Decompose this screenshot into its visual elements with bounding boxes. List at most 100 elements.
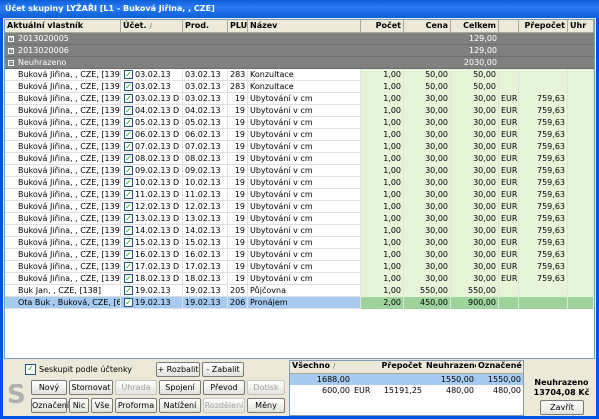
table-row[interactable]: Buková Jiřina, , CZE, [139] 08.02.13 D 08.0… (5, 153, 594, 165)
select-none-button[interactable]: Nic (69, 398, 89, 413)
load-button[interactable]: Natížení (159, 398, 201, 413)
table-row[interactable]: Buková Jiřina, , CZE, [139] 03.02.13 03.02… (5, 81, 594, 93)
cell-mena: EUR (499, 261, 519, 273)
proforma-button[interactable]: Proforma (115, 398, 157, 413)
col-prod[interactable]: Prod. (183, 20, 228, 32)
grid-rows: + 2013020005 129,00 + 2013020006 129,00 … (5, 33, 594, 309)
group-total: 2030,00 (463, 58, 497, 67)
cell-owner: Buková Jiřina, , CZE, [139] (18, 225, 121, 237)
table-row[interactable]: Buková Jiřina, , CZE, [139] 03.02.13 03.02… (5, 69, 594, 81)
row-checkbox[interactable]: ✓ (124, 298, 133, 307)
close-button[interactable]: Zavřít (540, 400, 584, 415)
reprint-button[interactable]: Dotisk (247, 380, 285, 395)
cell-uhr (568, 297, 594, 309)
col-celkem[interactable]: Celkem (451, 20, 499, 32)
group-row[interactable]: − Neuhrazeno 2030,00 (5, 57, 594, 69)
row-checkbox[interactable]: ✓ (124, 118, 133, 127)
row-checkbox[interactable]: ✓ (124, 178, 133, 187)
cell-plu: 19 (228, 93, 248, 105)
expand-icon[interactable]: + (8, 36, 14, 42)
col-cena[interactable]: Cena (404, 20, 451, 32)
payment-button[interactable]: Úhrada (115, 380, 157, 395)
cell-plu: 19 (228, 117, 248, 129)
col-uhr[interactable]: Uhr (568, 20, 594, 32)
row-checkbox[interactable]: ✓ (124, 202, 133, 211)
row-checkbox[interactable]: ✓ (124, 70, 133, 79)
row-checkbox[interactable]: ✓ (124, 82, 133, 91)
summary-row[interactable]: 600,00 EUR 15191,25 480,00 480,00 (290, 385, 523, 396)
transfer-button[interactable]: Převod (203, 380, 245, 395)
selection-button[interactable]: Označení (31, 398, 69, 413)
col-nazev[interactable]: Název (248, 20, 361, 32)
table-row[interactable]: Buková Jiřina, , CZE, [139] 13.02.13 D 13.0… (5, 213, 594, 225)
cell-mena: EUR (499, 105, 519, 117)
sum-col-prepocet: Přepočet (381, 361, 422, 370)
cell-prepocet: 759,63 (519, 237, 568, 249)
cancel-item-button[interactable]: Stornovat (69, 380, 113, 395)
cell-d: D (171, 249, 183, 261)
col-prepocet[interactable]: Přepočet (519, 20, 568, 32)
merge-button[interactable]: Spojení (159, 380, 201, 395)
group-row[interactable]: + 2013020005 129,00 (5, 33, 594, 45)
select-all-button[interactable]: Vše (91, 398, 113, 413)
sort-icon: / (333, 362, 336, 370)
row-checkbox[interactable]: ✓ (124, 226, 133, 235)
split-button[interactable]: Rozdělení (203, 398, 245, 413)
table-row[interactable]: Buková Jiřina, , CZE, [139] 05.02.13 D 05.0… (5, 117, 594, 129)
table-row[interactable]: Buková Jiřina, , CZE, [139] 11.02.13 D 11.0… (5, 189, 594, 201)
table-row[interactable]: Buková Jiřina, , CZE, [139] 09.02.13 D 09.0… (5, 165, 594, 177)
cell-prod: 15.02.13 (183, 237, 228, 249)
cell-prod: 08.02.13 (183, 153, 228, 165)
row-checkbox[interactable]: ✓ (124, 238, 133, 247)
expand-button[interactable]: + Rozbalit (156, 362, 200, 377)
table-row[interactable]: Buková Jiřina, , CZE, [139] 15.02.13 D 15.0… (5, 237, 594, 249)
row-checkbox[interactable]: ✓ (124, 286, 133, 295)
new-button[interactable]: Nový (31, 380, 67, 395)
table-row[interactable]: Buková Jiřina, , CZE, [139] 18.02.13 D 18.0… (5, 273, 594, 285)
table-row[interactable]: Buková Jiřina, , CZE, [139] 16.02.13 D 16.0… (5, 249, 594, 261)
table-row[interactable]: Buková Jiřina, , CZE, [139] 04.02.13 D 04.0… (5, 105, 594, 117)
table-row[interactable]: Buková Jiřina, , CZE, [139] 07.02.13 D 07.0… (5, 141, 594, 153)
expand-icon[interactable]: + (8, 48, 14, 54)
table-row[interactable]: Buková Jiřina, , CZE, [139] 14.02.13 D 14.0… (5, 225, 594, 237)
col-owner[interactable]: Aktuální vlastník (5, 20, 121, 32)
currencies-button[interactable]: Měny (247, 398, 285, 413)
col-pocet[interactable]: Počet (361, 20, 404, 32)
row-checkbox[interactable]: ✓ (124, 154, 133, 163)
row-checkbox[interactable]: ✓ (124, 142, 133, 151)
cell-uhr (568, 165, 594, 177)
group-by-receipt-checkbox[interactable]: ✓ Seskupit podle účtenky (25, 364, 132, 376)
collapse-button[interactable]: - Zabalit (202, 362, 244, 377)
row-checkbox[interactable]: ✓ (124, 274, 133, 283)
cell-prepocet: 759,63 (519, 201, 568, 213)
row-checkbox[interactable]: ✓ (124, 94, 133, 103)
cell-d: D (171, 273, 183, 285)
summary-row[interactable]: 1688,00 1550,00 1550,00 (290, 374, 523, 385)
account-items-grid[interactable]: Aktuální vlastník Účet. / Prod. PLU Název… (4, 19, 595, 359)
row-checkbox[interactable]: ✓ (124, 166, 133, 175)
cell-celkem: 30,00 (451, 93, 499, 105)
table-row[interactable]: Ota Buk , Buková, CZE, [62] 19.02.13 19.02… (5, 297, 594, 309)
table-row[interactable]: Buková Jiřina, , CZE, [139] 03.02.13 D 03.0… (5, 93, 594, 105)
summary-grid[interactable]: Všechno / Přepočet Neuhrazené Označené 16… (289, 360, 524, 416)
row-checkbox[interactable]: ✓ (124, 214, 133, 223)
collapse-icon[interactable]: − (8, 60, 14, 66)
col-ucet[interactable]: Účet. / (121, 20, 183, 32)
table-row[interactable]: Buková Jiřina, , CZE, [139] 17.02.13 D 17.0… (5, 261, 594, 273)
table-row[interactable]: Buk Jan, , CZE, [138] 19.02.13 19.02.13 205… (5, 285, 594, 297)
row-checkbox[interactable]: ✓ (124, 262, 133, 271)
col-plu[interactable]: PLU (228, 20, 248, 32)
row-checkbox[interactable]: ✓ (124, 130, 133, 139)
table-row[interactable]: Buková Jiřina, , CZE, [139] 12.02.13 D 12.0… (5, 201, 594, 213)
group-row[interactable]: + 2013020006 129,00 (5, 45, 594, 57)
col-currency[interactable] (499, 20, 519, 32)
cell-d: D (171, 141, 183, 153)
row-checkbox[interactable]: ✓ (124, 190, 133, 199)
table-row[interactable]: Buková Jiřina, , CZE, [139] 10.02.13 D 10.0… (5, 177, 594, 189)
cell-mena: EUR (499, 153, 519, 165)
table-row[interactable]: Buková Jiřina, , CZE, [139] 06.02.13 D 06.0… (5, 129, 594, 141)
row-checkbox[interactable]: ✓ (124, 250, 133, 259)
cell-celkem: 30,00 (451, 189, 499, 201)
row-checkbox[interactable]: ✓ (124, 106, 133, 115)
sum-marked: 1550,00 (487, 375, 521, 384)
